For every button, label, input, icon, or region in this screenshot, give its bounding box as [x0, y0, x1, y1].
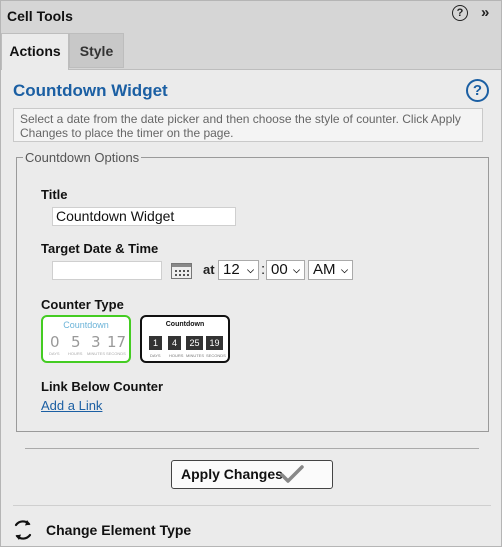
panel-title: Cell Tools	[7, 8, 73, 24]
counter-caption: DAYS	[49, 351, 60, 356]
counter-digit: 0	[50, 333, 60, 351]
change-element-type-button[interactable]: Change Element Type	[11, 518, 231, 542]
chevron-down-icon: ⌵	[247, 265, 254, 275]
counter-digit: 25	[186, 336, 203, 350]
chevron-down-icon: ⌵	[293, 265, 300, 275]
cell-tools-panel: Cell Tools ? » Actions Style Countdown W…	[0, 0, 502, 547]
apply-changes-button[interactable]: Apply Changes	[171, 460, 333, 489]
add-link[interactable]: Add a Link	[41, 398, 102, 413]
hour-value: 12	[223, 261, 240, 278]
ampm-value: AM	[313, 261, 336, 278]
tab-bar: Actions Style	[1, 33, 501, 70]
calendar-icon[interactable]	[171, 263, 192, 279]
counter-digit: 5	[71, 333, 81, 351]
checkmark-icon	[280, 465, 304, 483]
counter-caption: HOURS	[169, 353, 184, 358]
panel-header: Cell Tools ? »	[1, 1, 501, 33]
counter-caption: SECONDS	[106, 351, 126, 356]
title-input[interactable]: Countdown Widget	[52, 207, 236, 226]
counter-caption: HOURS	[68, 351, 83, 356]
counter-digit: 1	[149, 336, 162, 350]
date-input[interactable]	[52, 261, 162, 280]
divider	[25, 448, 479, 449]
target-date-label: Target Date & Time	[41, 241, 159, 256]
collapse-icon[interactable]: »	[481, 4, 489, 21]
ampm-select[interactable]: AM ⌵	[308, 260, 353, 280]
tab-actions[interactable]: Actions	[1, 33, 69, 70]
hour-select[interactable]: 12 ⌵	[218, 260, 259, 280]
counter-digit: 4	[168, 336, 181, 350]
counter-digit: 17	[107, 333, 127, 351]
counter-caption: SECONDS	[206, 353, 226, 358]
counter-style-dark[interactable]: Countdown 1 4 25 19 DAYS HOURS MINUTES S…	[140, 315, 230, 363]
refresh-icon	[14, 520, 32, 540]
section-heading: Countdown Widget	[13, 81, 168, 100]
counter-style-light[interactable]: Countdown 0 5 3 17 DAYS HOURS MINUTES SE…	[41, 315, 131, 363]
section-help-icon[interactable]: ?	[466, 79, 489, 102]
time-separator: :	[261, 261, 266, 278]
counter-caption: DAYS	[150, 353, 161, 358]
apply-changes-label: Apply Changes	[181, 466, 283, 482]
countdown-options-legend: Countdown Options	[25, 150, 140, 165]
instructions-text: Select a date from the date picker and t…	[13, 108, 483, 142]
title-label: Title	[41, 187, 68, 202]
minute-select[interactable]: 00 ⌵	[266, 260, 305, 280]
tab-style[interactable]: Style	[69, 33, 124, 68]
counter-preview-title: Countdown	[165, 321, 205, 328]
divider	[13, 505, 491, 506]
counter-caption: MINUTES	[87, 351, 105, 356]
chevron-down-icon: ⌵	[341, 265, 348, 275]
counter-digit: 3	[91, 333, 101, 351]
minute-value: 00	[271, 261, 288, 278]
help-icon[interactable]: ?	[452, 5, 468, 21]
counter-preview-title: Countdown	[63, 320, 109, 330]
counter-type-label: Counter Type	[41, 297, 124, 312]
counter-caption: MINUTES	[186, 353, 204, 358]
change-element-type-label: Change Element Type	[46, 522, 192, 538]
at-label: at	[203, 262, 215, 277]
link-below-counter-label: Link Below Counter	[41, 379, 164, 394]
counter-digit: 19	[206, 336, 223, 350]
